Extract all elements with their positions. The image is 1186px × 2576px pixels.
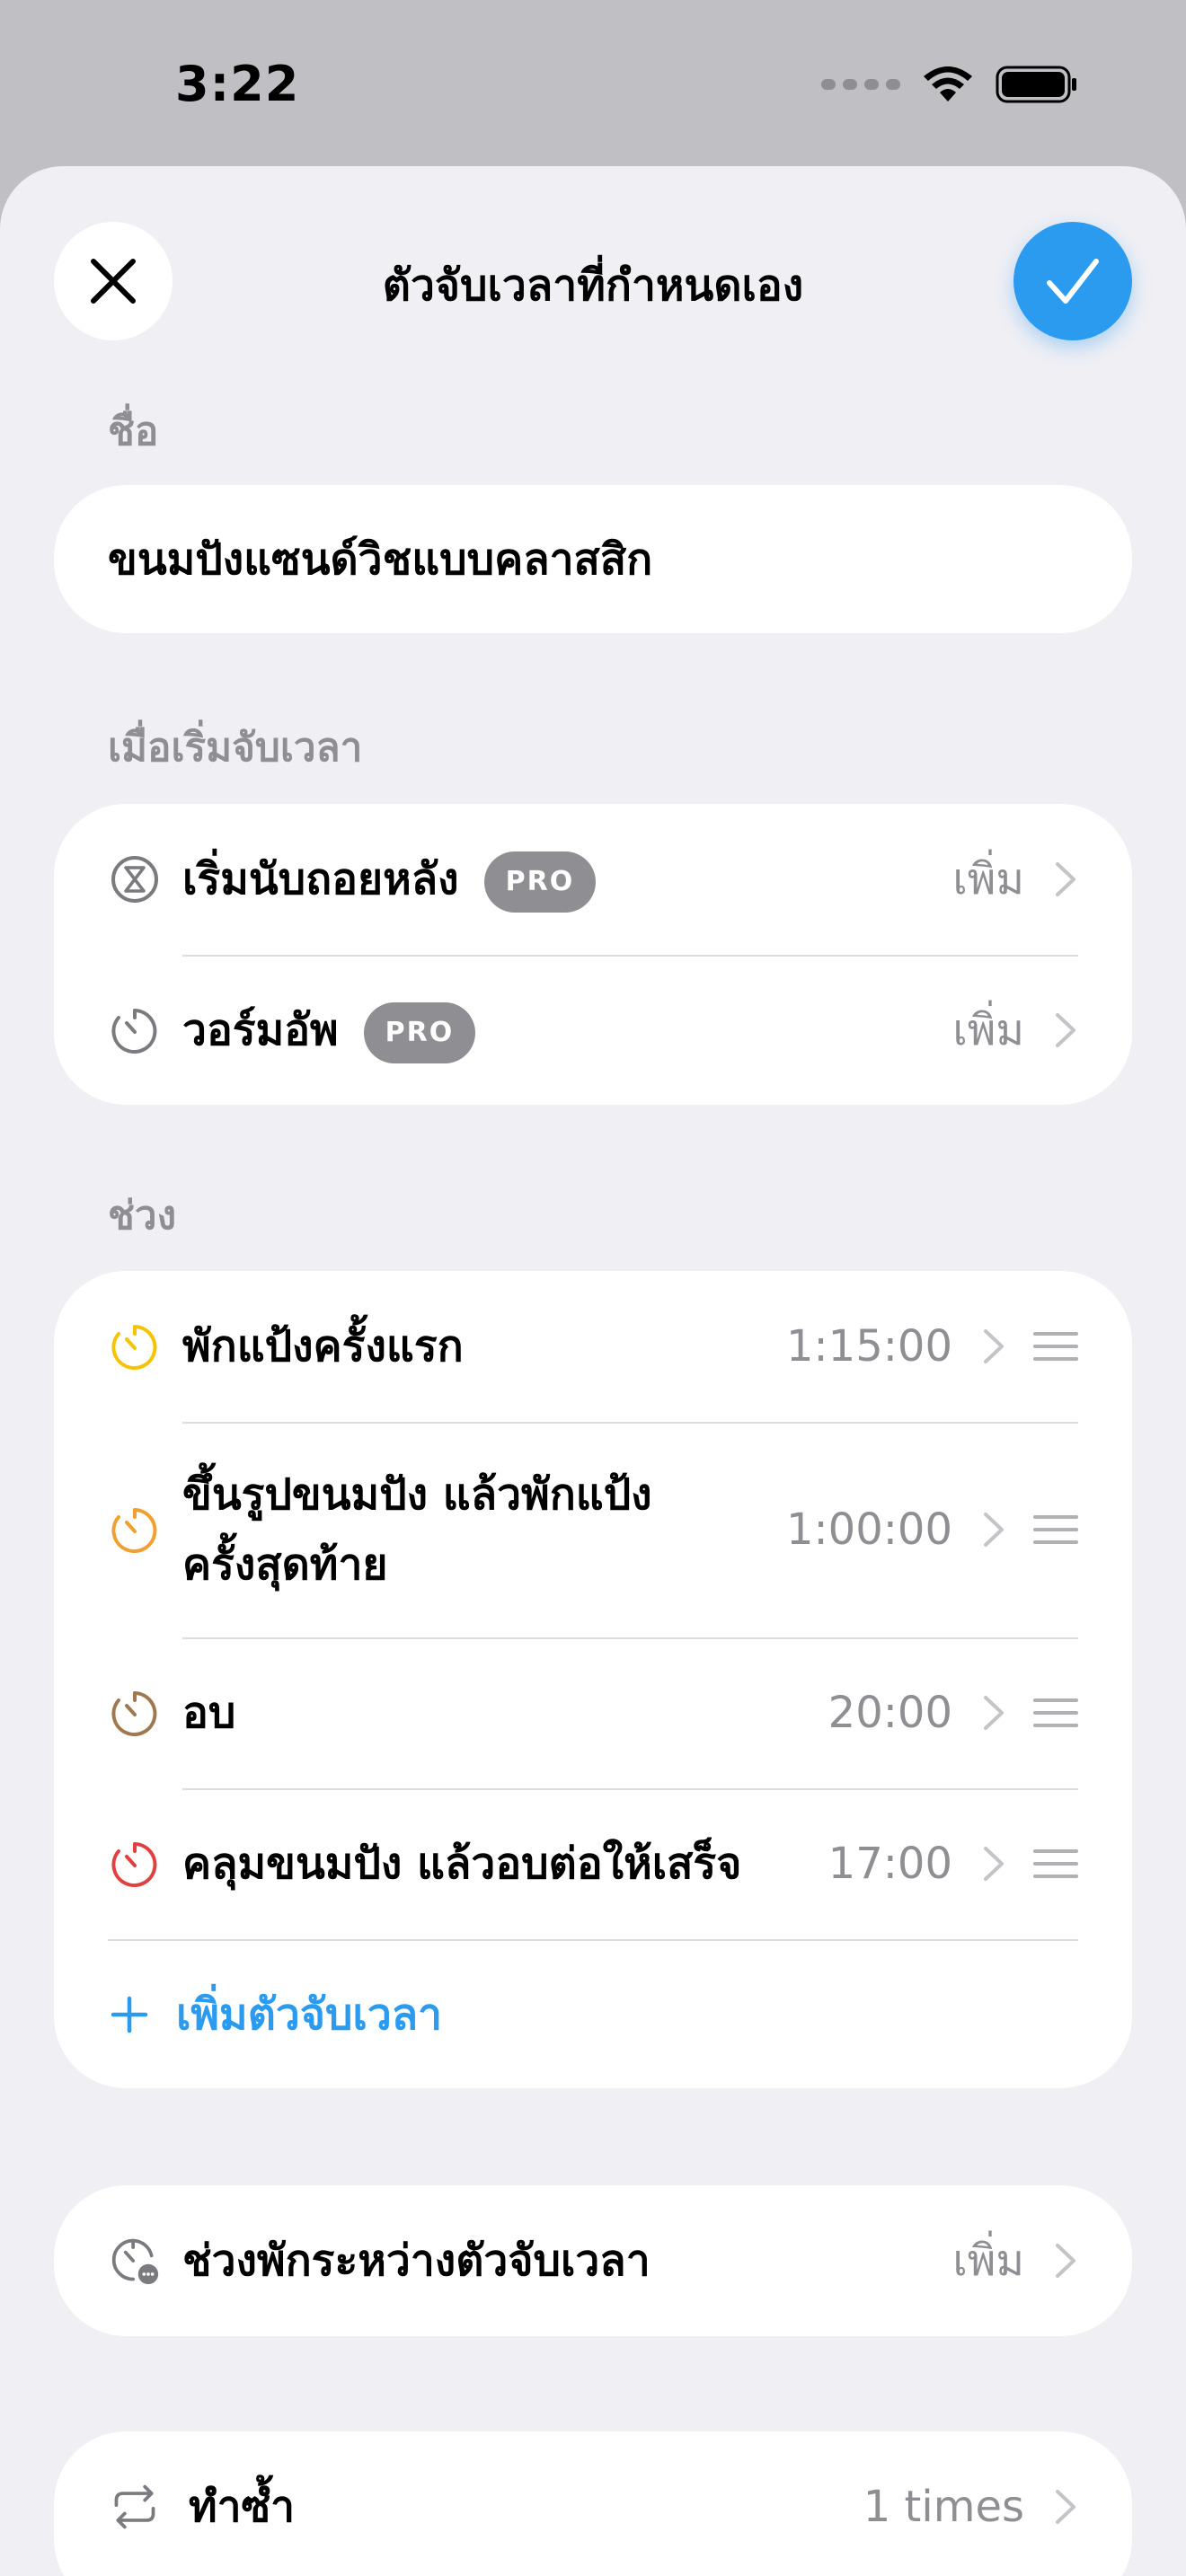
custom-timer-sheet: ตัวจับเวลาที่กำหนดเอง ชื่อ ขนมปังแซนด์วิ… [0,166,1186,2576]
timer-name-field[interactable]: ขนมปังแซนด์วิชแบบคลาสสิก [54,485,1132,633]
status-icons [821,65,1078,104]
status-bar: 3:22 [0,0,1186,166]
add-timer-button[interactable]: เพิ่มตัวจับเวลา [110,1939,442,2090]
add-timer-label: เพิ่มตัวจับเวลา [176,1989,443,2040]
chevron-right-icon [984,1847,1004,1881]
timer-icon [110,1839,160,1889]
repeat-value: 1 times [863,2482,1024,2532]
timer-icon [110,1005,160,1055]
interval-row[interactable]: อบ 20:00 [54,1637,1132,1788]
drag-handle-icon[interactable] [1033,1849,1078,1878]
interval-row[interactable]: คลุมขนมปัง แล้วอบต่อให้เสร็จ 17:00 [54,1788,1132,1939]
chevron-right-icon [984,1696,1004,1730]
plus-icon [111,1996,148,2033]
pro-badge: PRO [363,1001,476,1063]
warmup-label: วอร์มอัพ [182,1004,339,1055]
status-time: 3:22 [175,56,300,112]
timer-icon [110,1688,160,1738]
intervals-card: พักแป้งครั้งแรก 1:15:00 ขึ้นรูปขนมปัง แล… [54,1271,1132,2088]
interval-duration: 1:00:00 [785,1504,952,1555]
repeat-icon [110,2482,160,2532]
chevron-right-icon [1056,1012,1075,1047]
chevron-right-icon [1056,2244,1075,2278]
interval-label: คลุมขนมปัง แล้วอบต่อให้เสร็จ [182,1839,742,1889]
close-icon [91,259,136,304]
checkmark-icon [1047,259,1099,304]
close-button[interactable] [54,222,173,340]
timer-icon [110,1321,160,1372]
countdown-row[interactable]: เริ่มนับถอยหลัง PRO เพิ่ม [54,804,1132,955]
name-section-label: ชื่อ [108,409,159,454]
page-title: ตัวจับเวลาที่กำหนดเอง [382,260,804,311]
rest-between-row[interactable]: ช่วงพักระหว่างตัวจับเวลา เพิ่ม [54,2185,1132,2336]
rest-between-label: ช่วงพักระหว่างตัวจับเวลา [182,2236,651,2286]
repeat-card: ทำซ้ำ 1 times [54,2431,1132,2576]
countdown-label: เริ่มนับถอยหลัง [182,854,459,904]
warmup-row[interactable]: วอร์มอัพ PRO เพิ่ม [54,955,1132,1105]
wifi-icon [924,66,972,101]
interval-label: พักแป้งครั้งแรก [182,1321,464,1372]
timer-pause-icon [110,2236,160,2286]
drag-handle-icon[interactable] [1033,1698,1078,1727]
interval-row[interactable]: ขึ้นรูปขนมปัง แล้วพักแป้ง ครั้งสุดท้าย 1… [54,1422,1132,1637]
interval-label-line1: ขึ้นรูปขนมปัง แล้วพักแป้ง [182,1469,652,1520]
drag-handle-icon[interactable] [1033,1332,1078,1361]
sheet-header: ตัวจับเวลาที่กำหนดเอง [0,166,1186,400]
interval-label: อบ [182,1688,236,1738]
drag-handle-icon[interactable] [1033,1515,1078,1544]
interval-duration: 17:00 [828,1839,952,1889]
battery-icon [996,66,1076,103]
pro-badge: PRO [483,851,597,913]
repeat-label: ทำซ้ำ [189,2482,296,2532]
intervals-section-label: ช่วง [108,1193,177,1239]
warmup-value: เพิ่ม [952,1004,1024,1055]
interval-label-line2: ครั้งสุดท้าย [182,1539,388,1590]
chevron-right-icon [1056,862,1075,896]
on-start-section-label: เมื่อเริ่มจับเวลา [108,725,363,771]
timer-icon [110,1504,160,1555]
cellular-signal-icon [821,79,900,90]
repeat-row[interactable]: ทำซ้ำ 1 times [54,2431,1132,2576]
interval-duration: 1:15:00 [785,1321,952,1372]
interval-row[interactable]: พักแป้งครั้งแรก 1:15:00 [54,1271,1132,1422]
on-start-card: เริ่มนับถอยหลัง PRO เพิ่ม วอร์มอัพ PRO เพิ… [54,804,1132,1105]
interval-duration: 20:00 [828,1688,952,1738]
chevron-right-icon [984,1329,1004,1363]
chevron-right-icon [1056,2490,1075,2524]
chevron-right-icon [984,1513,1004,1547]
rest-between-value: เพิ่ม [952,2236,1024,2286]
hourglass-icon [110,854,160,904]
countdown-value: เพิ่ม [952,854,1024,904]
confirm-button[interactable] [1013,222,1132,340]
rest-card: ช่วงพักระหว่างตัวจับเวลา เพิ่ม [54,2185,1132,2336]
